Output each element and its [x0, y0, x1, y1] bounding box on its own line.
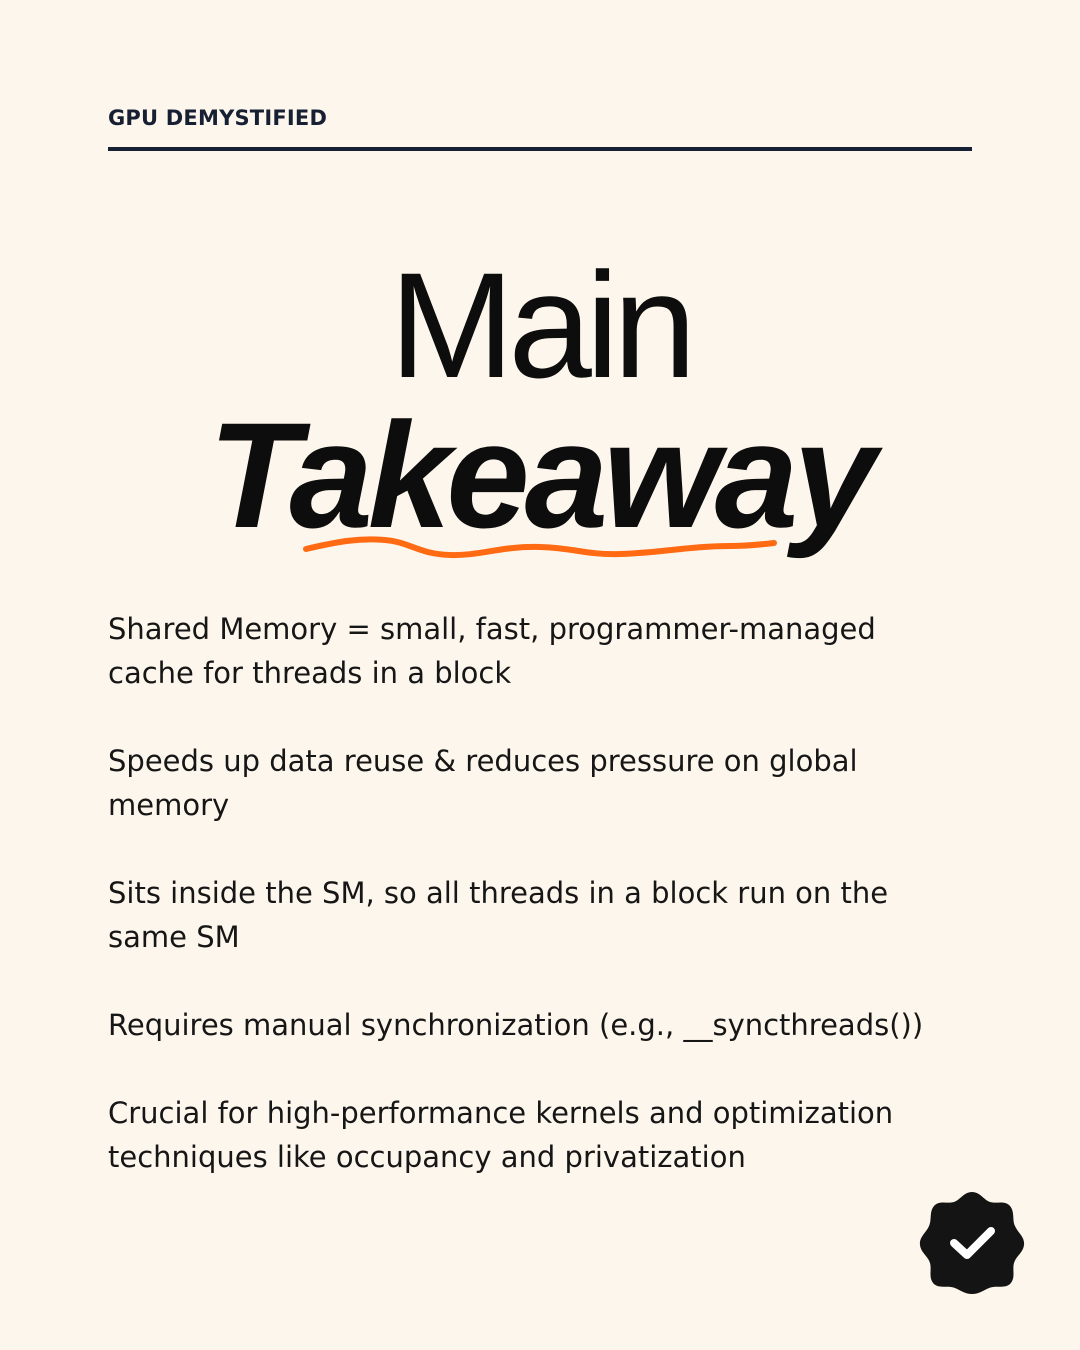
takeaway-point: Shared Memory = small, fast, programmer-… [108, 612, 876, 690]
title-main: Main [389, 241, 696, 409]
title-accent: Takeaway [208, 391, 876, 559]
squiggle-underline-icon [303, 536, 777, 559]
takeaway-list: Shared Memory = small, fast, programmer-… [108, 607, 968, 1223]
takeaway-point: Speeds up data reuse & reduces pressure … [108, 744, 858, 822]
series-label: GPU DEMYSTIFIED [108, 106, 328, 130]
header-divider [108, 147, 972, 151]
takeaway-point: Requires manual synchronization (e.g., _… [108, 1008, 924, 1042]
takeaway-point: Sits inside the SM, so all threads in a … [108, 876, 889, 954]
takeaway-point: Crucial for high-performance kernels and… [108, 1096, 894, 1174]
check-badge-icon [919, 1192, 1025, 1294]
